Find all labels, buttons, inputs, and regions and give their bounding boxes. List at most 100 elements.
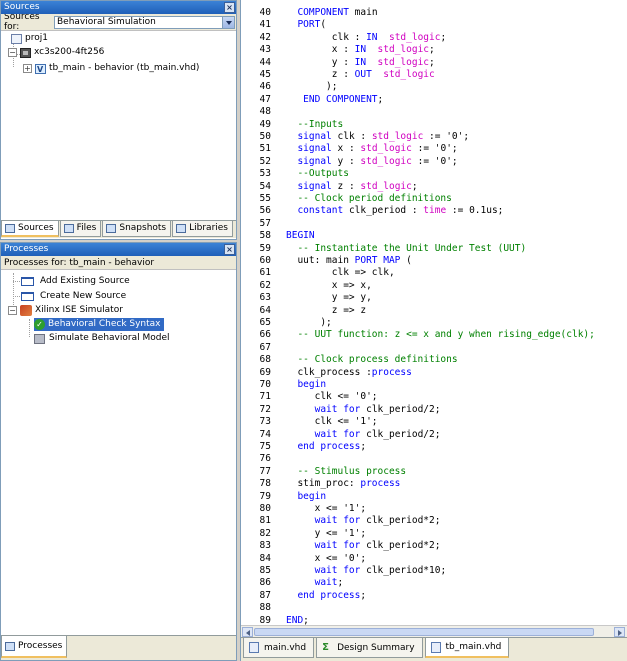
code-token: --Inputs — [286, 118, 344, 130]
code-line[interactable]: ); — [286, 317, 332, 329]
code-line[interactable]: ); — [286, 81, 337, 93]
summary-sigma-icon: Σ — [322, 642, 329, 653]
code-line[interactable]: signal z : std_logic; — [286, 180, 417, 193]
code-token: wait — [314, 577, 338, 589]
line-number: 74 — [259, 428, 271, 440]
code-line[interactable]: y : IN std_logic; — [286, 57, 435, 69]
code-token: wait for — [314, 515, 361, 527]
line-number: 80 — [259, 503, 271, 514]
code-line[interactable]: COMPONENT main — [286, 7, 377, 19]
document-tabs: main.vhd Σ Design Summary tb_main.vhd — [241, 637, 627, 661]
code-line[interactable]: wait for clk_period*2; — [286, 515, 441, 527]
code-token: ); — [286, 317, 332, 328]
line-number: 87 — [259, 589, 271, 601]
tree-item-project[interactable]: proj1 — [11, 32, 48, 45]
line-number: 78 — [259, 478, 271, 490]
process-label: Create New Source — [40, 291, 127, 301]
code-line[interactable]: wait; — [286, 577, 344, 589]
tab-processes[interactable]: Processes — [1, 636, 68, 658]
close-icon[interactable]: × — [224, 244, 235, 255]
code-line[interactable]: END COMPONENT; — [286, 94, 383, 106]
code-editor[interactable]: 40 41 42 43 44 45 46 47 48 49 50 51 52 53 54 55 56 57 58 59… — [240, 0, 627, 661]
tab-design-summary[interactable]: Σ Design Summary — [316, 638, 423, 658]
code-line[interactable]: signal y : std_logic := '0'; — [286, 155, 457, 168]
code-line[interactable]: x <= '0'; — [286, 553, 366, 565]
code-line[interactable]: signal x : std_logic := '0'; — [286, 143, 457, 155]
code-line[interactable]: z => z — [286, 305, 366, 317]
code-line[interactable]: y => y, — [286, 292, 372, 304]
code-line[interactable]: x : IN std_logic; — [286, 44, 435, 56]
code-line[interactable]: wait for clk_period/2; — [286, 404, 441, 416]
code-token: z : — [331, 180, 361, 192]
sources-tree: proj1 − xc3s200-4ft256 + tb_main - behav… — [1, 32, 236, 220]
code-line[interactable]: --Inputs — [286, 119, 343, 131]
code-line[interactable]: end process; — [286, 590, 366, 602]
chevron-down-icon[interactable] — [222, 16, 234, 28]
code-line[interactable]: BEGIN — [286, 230, 315, 242]
code-line[interactable]: wait for clk_period*2; — [286, 540, 441, 552]
expand-icon[interactable]: + — [23, 64, 32, 73]
sources-for-select[interactable]: Behavioral Simulation — [54, 15, 235, 29]
code-line[interactable]: begin — [286, 379, 326, 391]
scroll-right-icon[interactable] — [614, 627, 625, 637]
code-line[interactable]: begin — [286, 491, 326, 503]
document-icon — [430, 641, 441, 653]
code-line[interactable]: -- Instantiate the Unit Under Test (UUT) — [286, 243, 526, 255]
scroll-left-icon[interactable] — [242, 627, 253, 637]
files-icon — [63, 224, 74, 233]
process-simulate-behavioral-model[interactable]: Simulate Behavioral Model — [34, 332, 170, 345]
code-token: begin — [297, 490, 327, 502]
process-add-existing-source[interactable]: Add Existing Source — [21, 275, 130, 288]
code-token: ( — [400, 255, 412, 266]
code-line[interactable]: --Outputs — [286, 168, 348, 180]
processes-panel: Processes × Processes for: tb_main - beh… — [0, 242, 237, 661]
code-line[interactable]: wait for clk_period/2; — [286, 429, 441, 441]
collapse-icon[interactable]: − — [8, 48, 17, 57]
code-line[interactable]: signal clk : std_logic := '0'; — [286, 131, 469, 143]
code-line[interactable]: clk_process :process — [286, 367, 411, 379]
code-line[interactable]: PORT( — [286, 19, 326, 31]
tab-sources[interactable]: Sources — [1, 221, 59, 237]
code-line[interactable]: end process; — [286, 441, 366, 453]
process-create-new-source[interactable]: Create New Source — [21, 290, 126, 303]
line-number: 41 — [259, 19, 271, 31]
tab-libraries[interactable]: Libraries — [172, 221, 233, 237]
tab-label: Processes — [18, 640, 63, 651]
code-line[interactable]: wait for clk_period*10; — [286, 565, 447, 577]
process-xilinx-ise-simulator[interactable]: − Xilinx ISE Simulator — [8, 304, 123, 317]
tree-item-device[interactable]: − xc3s200-4ft256 — [8, 46, 104, 59]
code-line[interactable]: -- Stimulus process — [286, 466, 406, 478]
code-line[interactable]: clk <= '1'; — [286, 416, 378, 428]
tree-item-tb-main[interactable]: + tb_main - behavior (tb_main.vhd) — [23, 62, 199, 76]
code-line[interactable]: -- Clock period definitions — [286, 193, 451, 205]
code-line[interactable]: constant clk_period : time := 0.1us; — [286, 205, 503, 217]
line-number: 43 — [259, 44, 271, 56]
tab-tb-main-vhd[interactable]: tb_main.vhd — [424, 638, 510, 658]
line-number: 56 — [259, 205, 271, 217]
scrollbar-thumb[interactable] — [254, 628, 594, 636]
tab-snapshots[interactable]: Snapshots — [102, 221, 172, 237]
code-token: OUT — [354, 69, 372, 80]
code-line[interactable]: -- Clock process definitions — [286, 354, 457, 366]
code-token: std_logic — [360, 155, 412, 167]
horizontal-scrollbar[interactable] — [241, 625, 627, 637]
code-token: END — [286, 614, 304, 626]
collapse-icon[interactable]: − — [8, 306, 17, 315]
code-line[interactable]: y <= '1'; — [286, 528, 366, 540]
code-line[interactable]: stim_proc: process — [286, 478, 400, 490]
process-behavioral-check-syntax[interactable]: ✓ Behavioral Check Syntax — [34, 318, 164, 331]
code-line[interactable]: x <= '1'; — [286, 503, 366, 515]
tab-files[interactable]: Files — [59, 221, 102, 237]
code-line[interactable]: clk : IN std_logic; — [286, 32, 446, 44]
close-icon[interactable]: × — [224, 2, 235, 13]
code-line[interactable]: uut: main PORT MAP ( — [286, 255, 412, 267]
code-line[interactable]: clk => clk, — [286, 267, 395, 279]
tab-main-vhd[interactable]: main.vhd — [243, 638, 315, 658]
processes-tree: Add Existing Source Create New Source − … — [1, 271, 236, 635]
code-line[interactable]: -- UUT function: z <= x and y when risin… — [286, 329, 594, 341]
code-line[interactable]: x => x, — [286, 280, 372, 292]
code-line[interactable]: z : OUT std_logic — [286, 69, 435, 81]
code-line[interactable]: clk <= '0'; — [286, 391, 378, 403]
